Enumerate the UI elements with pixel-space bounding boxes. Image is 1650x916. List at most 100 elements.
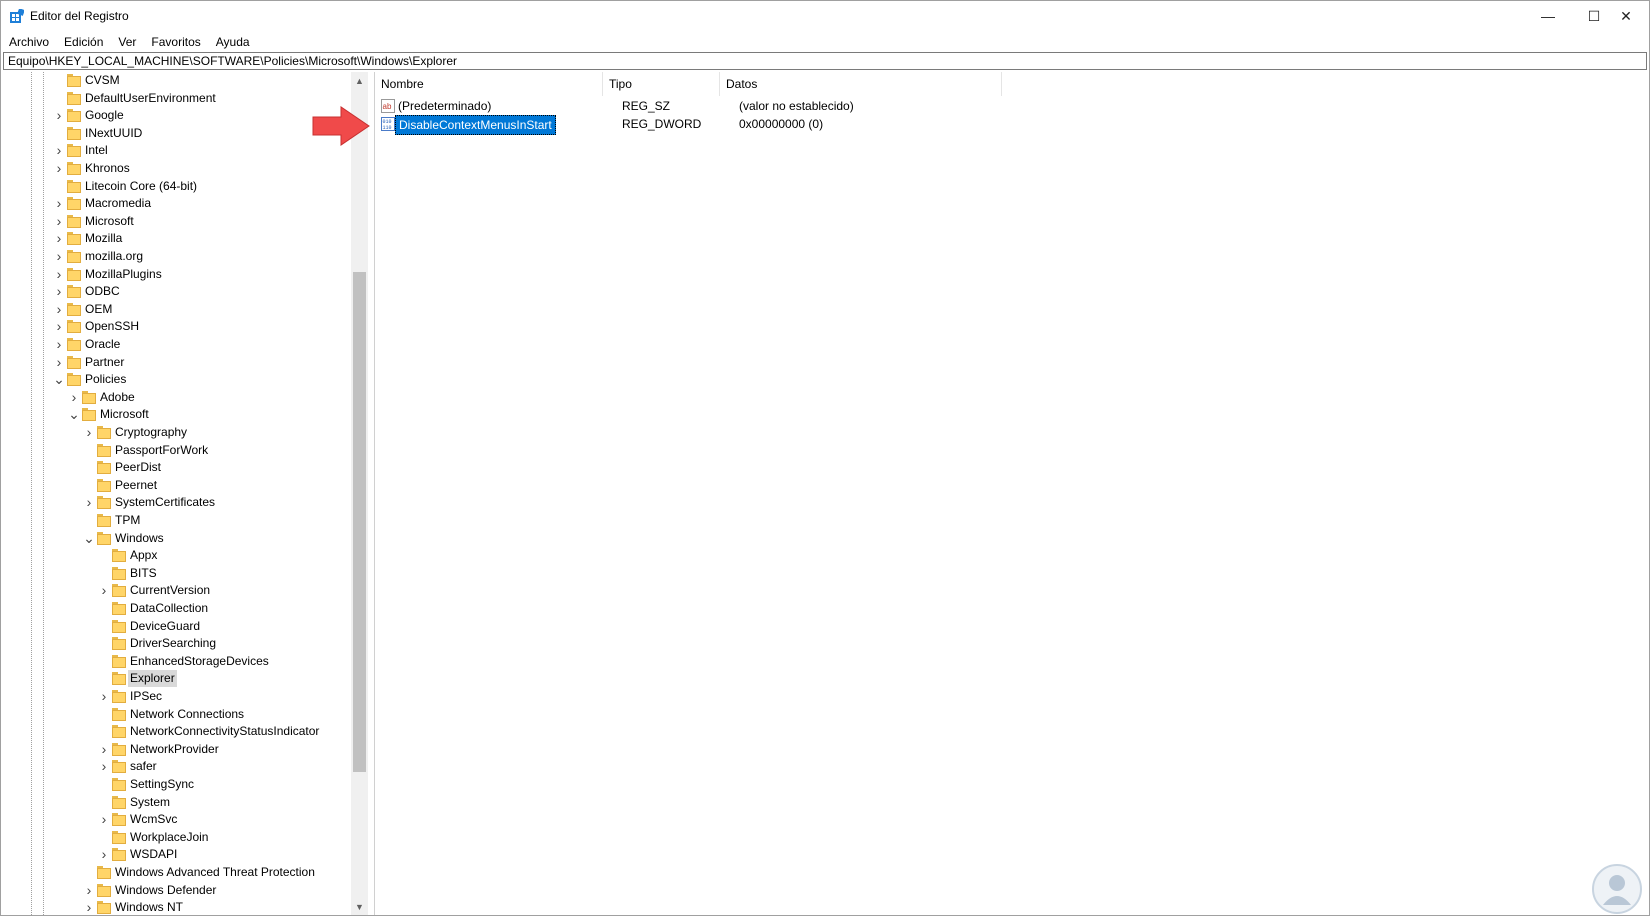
tree-scrollbar[interactable]: ▲ ▼ [351, 72, 368, 915]
tree-item[interactable]: ⌄ Policies [3, 371, 348, 388]
tree-item[interactable]: › Oracle [3, 336, 348, 353]
tree-item[interactable]: › Adobe [3, 389, 348, 406]
tree-item[interactable]: INextUUID [3, 125, 348, 142]
tree-item[interactable]: › Mozilla [3, 230, 348, 247]
value-row[interactable]: ab (Predeterminado) REG_SZ (valor no est… [375, 97, 1375, 115]
tree-item[interactable]: DataCollection [3, 600, 348, 617]
tree-item-label: Oracle [85, 337, 121, 351]
chevron-right-icon[interactable]: › [54, 301, 64, 318]
chevron-down-icon[interactable]: ⌄ [68, 406, 80, 423]
chevron-down-icon[interactable]: ⌄ [83, 530, 95, 547]
column-header-tipo[interactable]: Tipo [603, 72, 720, 96]
tree-item[interactable]: › Intel [3, 142, 348, 159]
tree-item[interactable]: SettingSync [3, 776, 348, 793]
chevron-right-icon[interactable]: › [99, 688, 109, 705]
menu-ver[interactable]: Ver [110, 32, 143, 52]
tree-item[interactable]: PeerDist [3, 459, 348, 476]
chevron-right-icon[interactable]: › [54, 107, 64, 124]
key-tree-pane[interactable]: CVSM DefaultUserEnvironment › Google INextUU… [3, 72, 371, 915]
chevron-right-icon[interactable]: › [69, 389, 79, 406]
tree-item[interactable]: PassportForWork [3, 442, 348, 459]
tree-item[interactable]: DefaultUserEnvironment [3, 90, 348, 107]
scroll-up-icon[interactable]: ▲ [351, 72, 368, 89]
tree-item[interactable]: › SystemCertificates [3, 494, 348, 511]
tree-item[interactable]: › NetworkProvider [3, 741, 348, 758]
tree-item-label: Appx [130, 548, 158, 563]
tree-item-label: EnhancedStorageDevices [130, 653, 269, 668]
tree-item[interactable]: › Google [3, 107, 348, 124]
tree-item[interactable]: › MozillaPlugins [3, 266, 348, 283]
tree-item[interactable]: ⌄ Windows [3, 530, 348, 547]
tree-item[interactable]: › Cryptography [3, 424, 348, 441]
scroll-thumb[interactable] [353, 272, 366, 772]
chevron-right-icon[interactable]: › [54, 142, 64, 159]
tree-item[interactable]: Windows Advanced Threat Protection [3, 864, 348, 881]
minimize-button[interactable]: — [1525, 1, 1571, 31]
menu-ayuda[interactable]: Ayuda [208, 32, 257, 52]
close-button[interactable]: ✕ [1603, 1, 1649, 31]
tree-item[interactable]: EnhancedStorageDevices [3, 653, 348, 670]
chevron-right-icon[interactable]: › [54, 266, 64, 283]
chevron-right-icon[interactable]: › [84, 424, 94, 441]
tree-item[interactable]: Appx [3, 547, 348, 564]
chevron-right-icon[interactable]: › [84, 494, 94, 511]
tree-item[interactable]: NetworkConnectivityStatusIndicator [3, 723, 348, 740]
title-bar[interactable]: Editor del Registro — ☐ ✕ [1, 1, 1649, 31]
chevron-right-icon[interactable]: › [99, 811, 109, 828]
tree-item[interactable]: ⌄ Microsoft [3, 406, 348, 423]
tree-item[interactable]: › IPSec [3, 688, 348, 705]
tree-item[interactable]: › Partner [3, 354, 348, 371]
folder-icon [112, 602, 126, 615]
tree-item[interactable]: Explorer [3, 670, 348, 688]
tree-item[interactable]: › Khronos [3, 160, 348, 177]
tree-item[interactable]: › mozilla.org [3, 248, 348, 265]
tree-item[interactable]: BITS [3, 565, 348, 582]
tree-item[interactable]: › Macromedia [3, 195, 348, 212]
tree-item[interactable]: System [3, 794, 348, 811]
tree-item[interactable]: › safer [3, 758, 348, 775]
tree-item[interactable]: › WSDAPI [3, 846, 348, 863]
tree-item[interactable]: Litecoin Core (64-bit) [3, 178, 348, 195]
folder-icon [67, 267, 81, 281]
tree-item[interactable]: CVSM [3, 72, 348, 89]
tree-item[interactable]: WorkplaceJoin [3, 829, 348, 846]
chevron-right-icon[interactable]: › [84, 882, 94, 899]
chevron-right-icon[interactable]: › [99, 758, 109, 775]
chevron-right-icon[interactable]: › [54, 318, 64, 335]
column-header-datos[interactable]: Datos [720, 72, 1002, 96]
value-row-selected[interactable]: 010 110 DisableContextMenusInStart REG_D… [375, 115, 1375, 135]
address-bar[interactable]: Equipo\HKEY_LOCAL_MACHINE\SOFTWARE\Polic… [3, 52, 1647, 70]
chevron-right-icon[interactable]: › [84, 899, 94, 915]
menu-archivo[interactable]: Archivo [1, 32, 56, 52]
tree-item[interactable]: DriverSearching [3, 635, 348, 652]
column-header-nombre[interactable]: Nombre [375, 72, 603, 96]
menu-edicion[interactable]: Edición [56, 32, 110, 52]
folder-icon [67, 232, 81, 246]
chevron-right-icon[interactable]: › [54, 213, 64, 230]
chevron-right-icon[interactable]: › [99, 582, 109, 599]
menu-favoritos[interactable]: Favoritos [143, 32, 207, 52]
chevron-down-icon[interactable]: ⌄ [53, 371, 65, 388]
tree-item[interactable]: Network Connections [3, 706, 348, 723]
chevron-right-icon[interactable]: › [54, 195, 64, 212]
tree-item[interactable]: › OpenSSH [3, 318, 348, 335]
tree-item[interactable]: › WcmSvc [3, 811, 348, 828]
tree-item[interactable]: › ODBC [3, 283, 348, 300]
chevron-right-icon[interactable]: › [54, 160, 64, 177]
chevron-right-icon[interactable]: › [54, 248, 64, 265]
chevron-right-icon[interactable]: › [54, 336, 64, 353]
tree-item[interactable]: › CurrentVersion [3, 582, 348, 599]
chevron-right-icon[interactable]: › [54, 283, 64, 300]
scroll-down-icon[interactable]: ▼ [351, 898, 368, 915]
chevron-right-icon[interactable]: › [54, 354, 64, 371]
tree-item[interactable]: › Microsoft [3, 213, 348, 230]
tree-item[interactable]: DeviceGuard [3, 618, 348, 635]
chevron-right-icon[interactable]: › [54, 230, 64, 247]
tree-item[interactable]: › Windows NT [3, 899, 348, 915]
chevron-right-icon[interactable]: › [99, 846, 109, 863]
tree-item[interactable]: › OEM [3, 301, 348, 318]
chevron-right-icon[interactable]: › [99, 741, 109, 758]
tree-item[interactable]: Peernet [3, 477, 348, 494]
tree-item[interactable]: › Windows Defender [3, 882, 348, 899]
tree-item[interactable]: TPM [3, 512, 348, 529]
